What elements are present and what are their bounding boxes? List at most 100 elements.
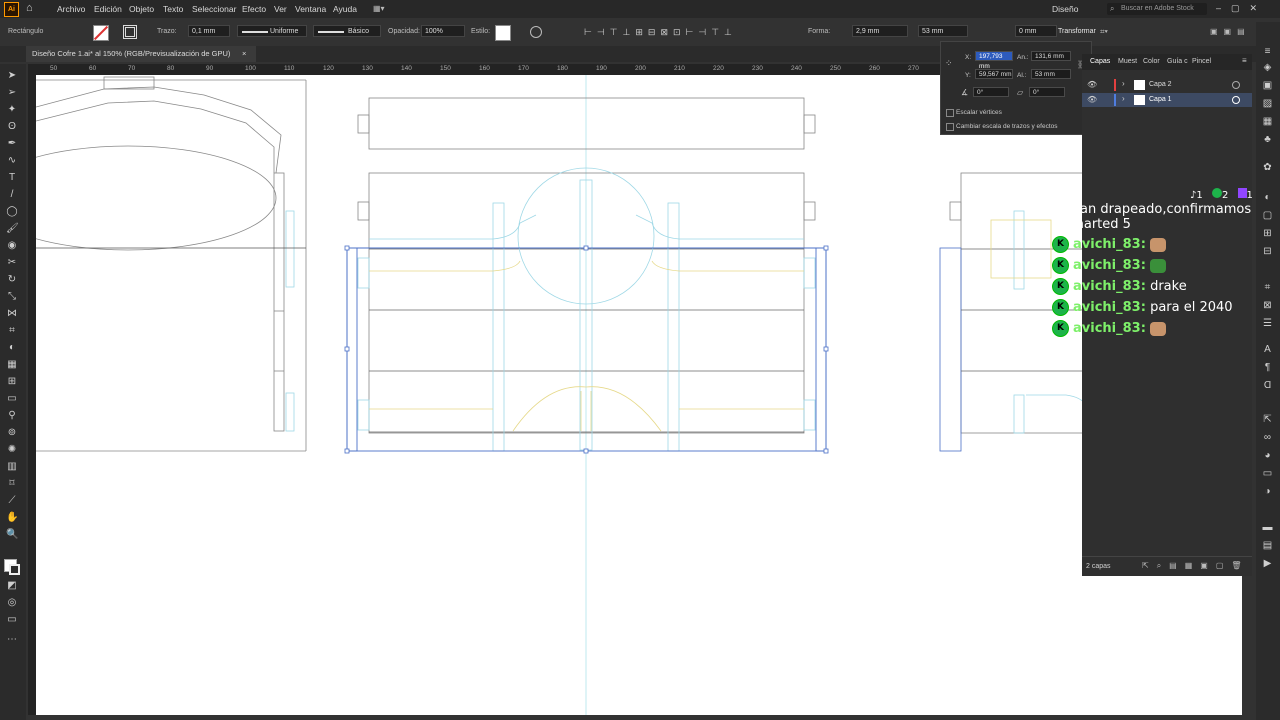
eyedropper-tool-icon[interactable]: ⚲ (6, 410, 18, 421)
ruler-corner[interactable] (28, 64, 36, 75)
paintbrush-tool-icon[interactable]: 🖌 (6, 223, 19, 234)
color-guide-icon[interactable]: ◕ (1261, 450, 1274, 462)
menu-ayuda[interactable]: Ayuda (333, 4, 357, 14)
tab-color[interactable]: Color (1143, 58, 1160, 65)
arrange-documents-icon[interactable]: ▦▾ (373, 4, 391, 13)
panel-menu-icon[interactable]: ≡ (1242, 56, 1247, 65)
visibility-eye-icon[interactable]: 👁 (1087, 95, 1097, 104)
shear-field[interactable]: 0° (1029, 87, 1065, 97)
layer-row[interactable]: 👁 › Capa 2 (1082, 78, 1252, 92)
artboard-canvas[interactable] (36, 75, 1242, 715)
target-circle-icon[interactable] (1232, 96, 1240, 104)
menu-seleccionar[interactable]: Seleccionar (192, 4, 236, 14)
hand-tool-icon[interactable]: ✋ (6, 512, 18, 523)
rotate-tool-icon[interactable]: ↻ (6, 274, 18, 285)
stroke-weight-field[interactable]: 0,1 mm (188, 25, 230, 37)
menu-ventana[interactable]: Ventana (295, 4, 326, 14)
pathfinder-icon[interactable]: ⊟ (1261, 246, 1274, 258)
graphic-style-swatch[interactable] (495, 25, 511, 41)
stroke-swatch[interactable] (123, 25, 137, 39)
menu-objeto[interactable]: Objeto (129, 4, 154, 14)
brushes-icon[interactable]: ✿ (1261, 162, 1274, 174)
layers-icon[interactable]: ◈ (1261, 62, 1274, 74)
align-icons-group[interactable]: ⊢⊣⊤⊥⊞⊟⊠⊡⊢⊣⊤⊥ (584, 27, 794, 37)
width-tool-icon[interactable]: ⋈ (6, 308, 18, 319)
tab-guia[interactable]: Guía c (1167, 58, 1188, 65)
artboard-tool-icon[interactable]: ⌑ (6, 478, 18, 489)
image-icon[interactable]: ▨ (1261, 98, 1274, 110)
pen-tool-icon[interactable]: ✒ (6, 138, 18, 149)
navigator-icon[interactable]: ▭ (1261, 468, 1274, 480)
more-tools-icon[interactable]: ⋯ (6, 634, 18, 645)
layer-row-selected[interactable]: 👁 › Capa 1 (1082, 93, 1252, 107)
width-field[interactable]: 131,6 mm (1031, 51, 1071, 61)
shape-width-field[interactable]: 2,9 mm (852, 25, 908, 37)
stock-search-field[interactable]: ⌕ Buscar en Adobe Stock (1107, 3, 1207, 15)
menu-texto[interactable]: Texto (163, 4, 183, 14)
character-icon[interactable]: A (1261, 344, 1274, 356)
transparency-icon[interactable]: ◑ (1261, 486, 1274, 498)
transform-panel-icon[interactable]: ⌗ (1261, 282, 1274, 294)
mesh-tool-icon[interactable]: ⊞ (6, 376, 18, 387)
menu-ver[interactable]: Ver (274, 4, 287, 14)
expand-chevron-icon[interactable]: › (1122, 79, 1125, 88)
links-icon[interactable]: ∞ (1261, 432, 1274, 444)
direct-selection-tool-icon[interactable]: ➢ (6, 87, 18, 98)
actions-icon[interactable]: ▶ (1261, 558, 1274, 570)
artboards-panel-icon[interactable]: ⊠ (1261, 300, 1274, 312)
transform-button[interactable]: Transformar (1058, 28, 1096, 35)
layer-name[interactable]: Capa 1 (1149, 96, 1172, 103)
corner-radius-field[interactable]: 0 mm (1015, 25, 1057, 37)
scale-corners-checkbox[interactable] (946, 109, 954, 117)
menu-edicion[interactable]: Edición (94, 4, 122, 14)
x-field[interactable]: 197,793 mm (975, 51, 1013, 70)
reference-point-icon[interactable]: ⁘ (945, 58, 957, 70)
expand-chevron-icon[interactable]: › (1122, 94, 1125, 103)
window-controls[interactable]: –▢✕ (1216, 3, 1276, 15)
free-transform-tool-icon[interactable]: ⌗ (6, 325, 18, 336)
scale-tool-icon[interactable]: ⤡ (6, 291, 18, 302)
stroke-color-icon[interactable] (9, 564, 20, 575)
scale-strokes-checkbox[interactable] (946, 123, 954, 131)
properties-icon[interactable]: ≡ (1261, 46, 1274, 58)
libraries-icon[interactable]: ▣ (1261, 80, 1274, 92)
recolor-icon[interactable] (530, 26, 542, 38)
panel-arrange-icon[interactable]: ▣▣▤ (1210, 27, 1250, 37)
appearance-icon[interactable]: ▢ (1261, 210, 1274, 222)
export-icon[interactable]: ⇱ (1261, 414, 1274, 426)
shape-builder-tool-icon[interactable]: ◐ (6, 342, 18, 353)
close-tab-icon[interactable]: × (242, 46, 246, 62)
opacity-field[interactable]: 100% (421, 25, 465, 37)
y-field[interactable]: 59,567 mm (975, 69, 1013, 79)
magic-wand-tool-icon[interactable]: ✦ (6, 104, 18, 115)
line-tool-icon[interactable]: / (6, 189, 18, 200)
home-icon[interactable]: ⌂ (26, 3, 36, 14)
scissors-tool-icon[interactable]: ✂ (6, 257, 18, 268)
workspace-switcher[interactable]: Diseño (1052, 4, 1078, 14)
column-graph-tool-icon[interactable]: ▥ (6, 461, 18, 472)
visibility-eye-icon[interactable]: 👁 (1087, 80, 1097, 89)
glyphs-icon[interactable]: Ɑ (1261, 380, 1274, 392)
vertical-ruler[interactable] (28, 75, 36, 715)
height-field[interactable]: 53 mm (1031, 69, 1071, 79)
tab-pincel[interactable]: Pincel (1192, 58, 1211, 65)
stroke-panel-icon[interactable]: ☰ (1261, 318, 1274, 330)
artwork-svg[interactable] (36, 75, 1242, 715)
align-panel-icon[interactable]: ⊞ (1261, 228, 1274, 240)
layer-actions-icons[interactable]: ⇱⌕▤▦▣▢🗑 (1142, 561, 1250, 571)
paragraph-icon[interactable]: ¶ (1261, 362, 1274, 374)
selection-tool-icon[interactable]: ➤ (6, 70, 18, 81)
ai-logo[interactable]: Ai (4, 2, 19, 17)
swatches-icon[interactable]: ▦ (1261, 116, 1274, 128)
perspective-grid-tool-icon[interactable]: ▦ (6, 359, 18, 370)
menu-archivo[interactable]: Archivo (57, 4, 85, 14)
target-circle-icon[interactable] (1232, 81, 1240, 89)
rotate-field[interactable]: 0° (973, 87, 1009, 97)
menu-efecto[interactable]: Efecto (242, 4, 266, 14)
curvature-tool-icon[interactable]: ∿ (6, 155, 18, 166)
fill-swatch[interactable] (93, 25, 109, 41)
color-mode-icon[interactable]: ◩ (6, 580, 18, 591)
type-tool-icon[interactable]: T (6, 172, 18, 183)
tab-capas[interactable]: Capas (1090, 58, 1110, 65)
zoom-tool-icon[interactable]: 🔍 (6, 529, 18, 540)
